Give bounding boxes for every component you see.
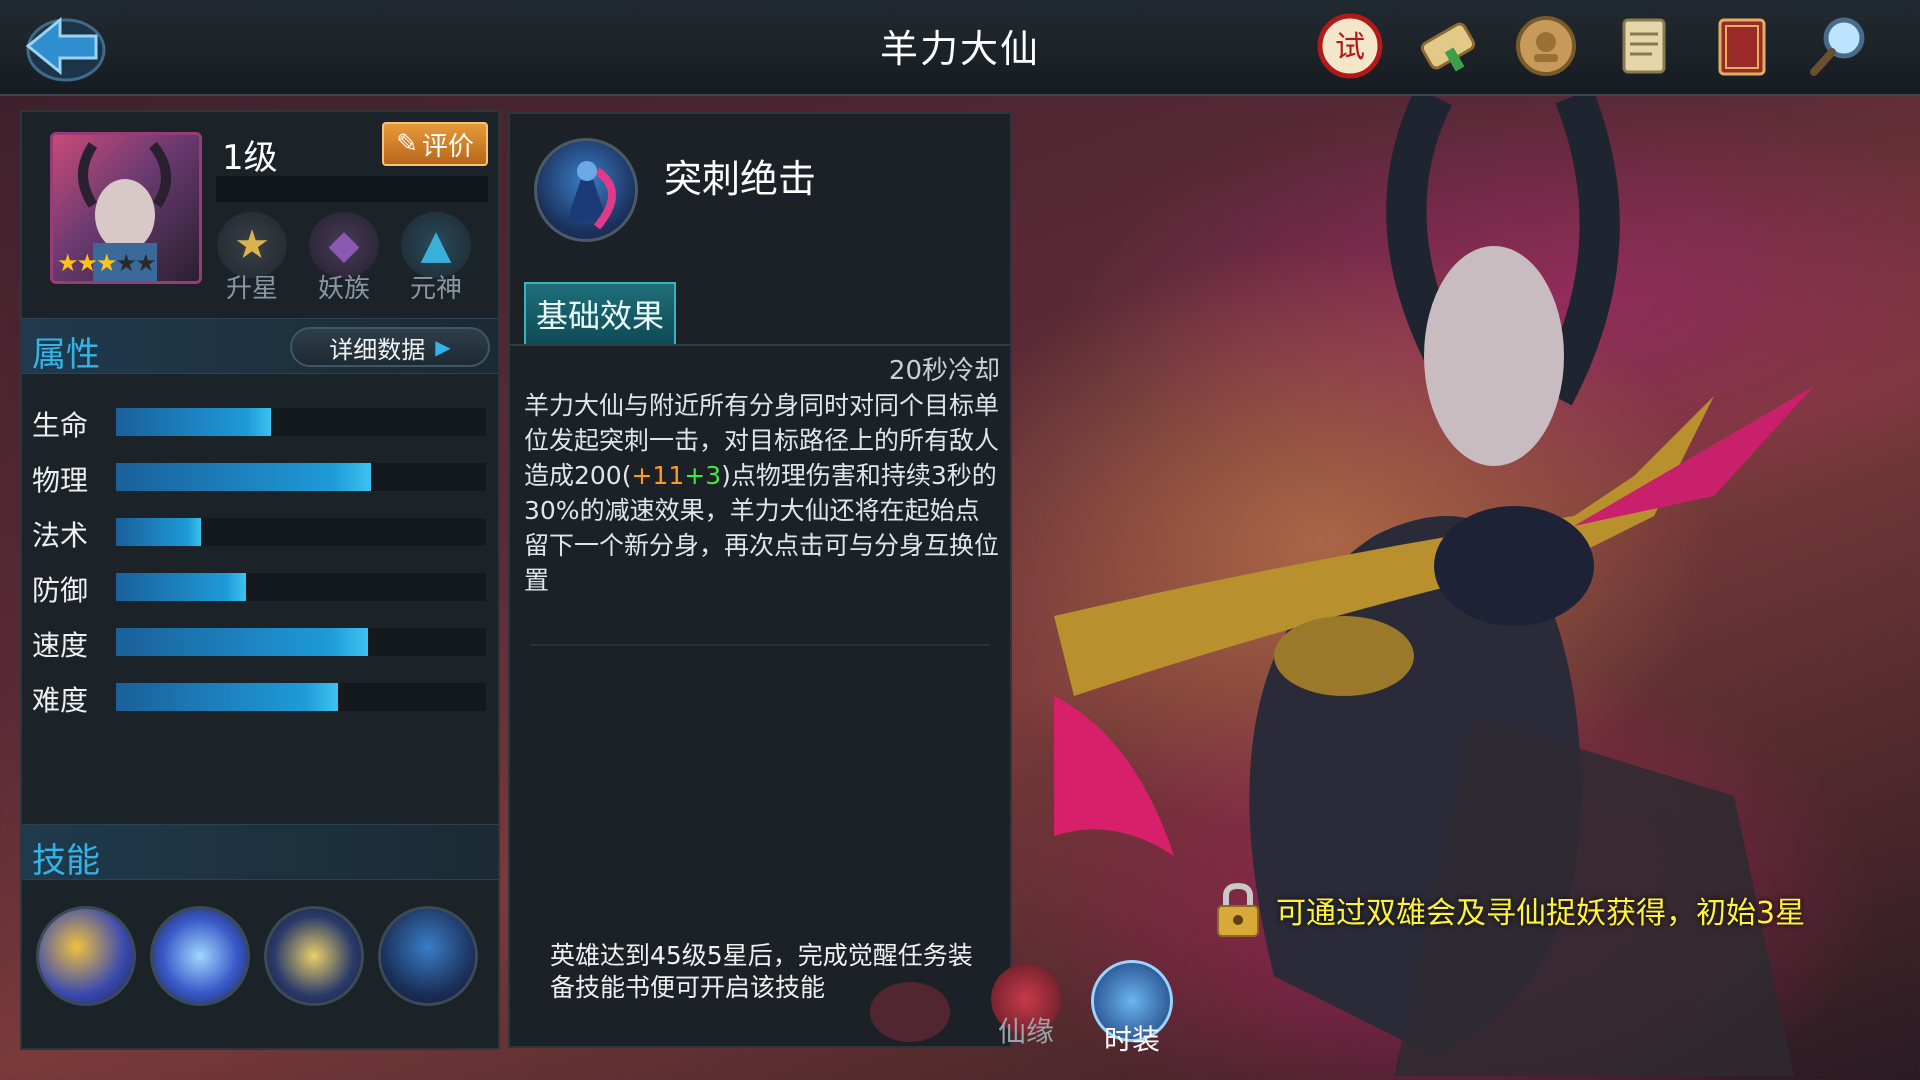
stat-bar-fill	[116, 518, 202, 546]
skill-detail-panel: 突刺绝击 基础效果 20秒冷却 羊力大仙与附近所有分身同时对同个目标单位发起突刺…	[508, 112, 1012, 1048]
stat-bar-fill	[116, 628, 368, 656]
star-filled-icon: ★	[57, 249, 78, 277]
skill-2-icon[interactable]	[150, 906, 250, 1006]
stat-track	[116, 518, 486, 546]
hero-portrait[interactable]: ★★★★★	[50, 132, 202, 284]
rate-button[interactable]: ✎ 评价	[382, 122, 488, 166]
detail-data-button[interactable]: 详细数据 ▶	[290, 327, 490, 367]
tab-underline	[510, 344, 1010, 346]
medal-icon[interactable]	[1508, 8, 1584, 84]
scroll-icon[interactable]	[1410, 8, 1486, 84]
skill-4-icon[interactable]	[378, 906, 478, 1006]
badge-label: 升星	[225, 274, 278, 304]
attributes-header: 属性 详细数据 ▶	[22, 318, 498, 375]
detail-data-label: 详细数据	[329, 335, 426, 364]
spirit-badge[interactable]: ▲ 元神	[396, 212, 476, 304]
tab-basic-effect[interactable]: 基础效果	[524, 282, 676, 344]
rate-button-label: 评价	[421, 131, 474, 162]
star-rating: ★★★★★	[57, 249, 157, 277]
tab-partial-left[interactable]	[860, 982, 960, 1042]
trial-seal-icon[interactable]: 试	[1312, 8, 1388, 84]
stat-bar-fill	[116, 463, 372, 491]
skill-3-icon[interactable]	[264, 906, 364, 1006]
partial-tab-icon	[870, 982, 950, 1042]
arrow-right-icon: ▶	[435, 335, 451, 359]
tab-fate[interactable]: 仙缘	[976, 964, 1076, 1050]
stat-name: 生命	[32, 409, 89, 442]
badge-label: 妖族	[317, 274, 370, 304]
stat-track	[116, 408, 486, 436]
back-button[interactable]	[14, 6, 110, 86]
stat-name: 法术	[32, 519, 89, 552]
stat-row: 速度	[32, 622, 492, 662]
tab-basic-effect-label: 基础效果	[535, 297, 664, 335]
stat-track	[116, 573, 486, 601]
stat-name: 物理	[32, 464, 89, 497]
desc-bonus-green: +3	[684, 461, 722, 490]
obtain-info: 可通过双雄会及寻仙捉妖获得，初始3星	[1214, 880, 1805, 940]
page-title: 羊力大仙	[879, 27, 1040, 71]
hero-level: 1级	[222, 138, 278, 178]
tab-fate-label: 仙缘	[997, 1015, 1054, 1048]
skill-name: 突刺绝击	[664, 157, 817, 201]
skill-1-icon[interactable]	[36, 906, 136, 1006]
attributes-title: 属性	[32, 335, 100, 375]
skills-title: 技能	[32, 841, 100, 881]
stat-track	[116, 683, 486, 711]
stat-row: 物理	[32, 457, 492, 497]
lock-icon	[1217, 882, 1259, 937]
stat-name: 速度	[32, 629, 89, 662]
skill-description: 羊力大仙与附近所有分身同时对同个目标单位发起突刺一击，对目标路径上的所有敌人造成…	[524, 388, 1004, 598]
star-empty-icon: ★	[115, 249, 137, 277]
tab-fashion-label: 时装	[1103, 1023, 1160, 1056]
edit-icon: ✎	[396, 129, 418, 159]
stat-row: 难度	[32, 677, 492, 717]
top-bar: 羊力大仙 试	[0, 0, 1920, 96]
stat-bar-fill	[116, 408, 272, 436]
stat-name: 防御	[32, 574, 89, 607]
book-icon[interactable]	[1704, 8, 1780, 84]
demon-clan-badge[interactable]: ◆ 妖族	[304, 212, 384, 304]
back-arrow-icon	[25, 16, 106, 82]
svg-text:试: 试	[1335, 30, 1365, 65]
experience-bar	[216, 176, 488, 202]
skill-cooldown: 20秒冷却	[888, 356, 1000, 386]
skills-header: 技能	[22, 824, 498, 881]
stat-track	[116, 463, 486, 491]
star-empty-icon: ★	[135, 249, 156, 277]
divider	[530, 644, 990, 646]
hero-info-panel: ★★★★★ 1级 ✎ 评价 ★ 升星 ◆ 妖族 ▲ 元神 属性 详细数据 ▶ 生…	[20, 110, 500, 1050]
stat-bar-fill	[116, 683, 338, 711]
star-filled-icon: ★	[76, 249, 98, 277]
stat-bar-fill	[116, 573, 246, 601]
stat-row: 防御	[32, 567, 492, 607]
badge-label: 元神	[409, 274, 462, 304]
stat-track	[116, 628, 486, 656]
star-filled-icon: ★	[96, 249, 117, 277]
stat-row: 法术	[32, 512, 492, 552]
selected-skill-icon	[534, 138, 638, 242]
stat-row: 生命	[32, 402, 492, 442]
desc-bonus-orange: +11	[631, 461, 685, 490]
tab-fashion[interactable]: 时装	[1082, 960, 1182, 1058]
obtain-text: 可通过双雄会及寻仙捉妖获得，初始3星	[1276, 896, 1806, 931]
magnifier-icon[interactable]	[1802, 8, 1878, 84]
star-upgrade-badge[interactable]: ★ 升星	[212, 212, 292, 304]
document-icon[interactable]	[1606, 8, 1682, 84]
stat-name: 难度	[32, 684, 89, 717]
